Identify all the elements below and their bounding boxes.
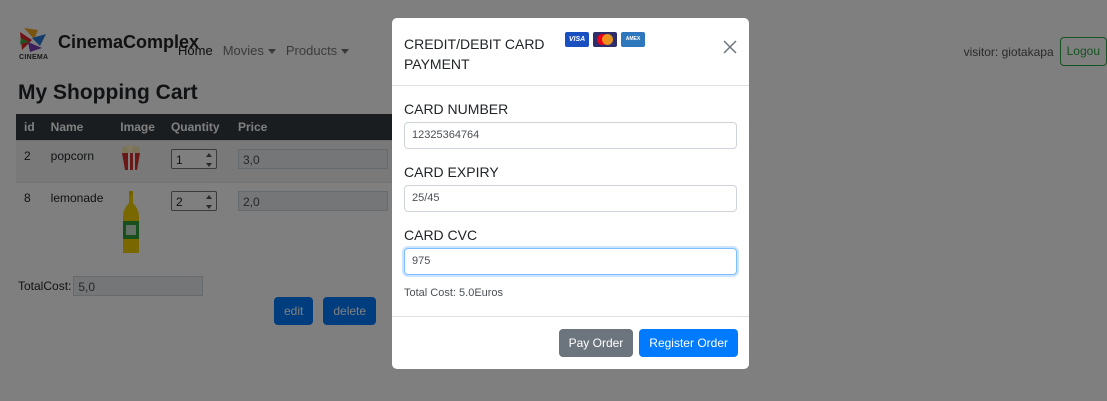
visa-icon: VISA (565, 32, 589, 47)
modal-title: CREDIT/DEBIT CARD PAYMENT (404, 36, 545, 72)
modal-footer: Pay Order Register Order (392, 316, 749, 370)
footer-buttons: Pay Order Register Order (558, 329, 738, 357)
mastercard-icon (593, 32, 617, 47)
card-cvc-label: CARD CVC (404, 227, 478, 243)
card-cvc-input[interactable]: 975 (404, 248, 737, 275)
card-expiry-label: CARD EXPIRY (404, 164, 499, 180)
card-number-input[interactable]: 12325364764 (404, 122, 737, 149)
modal-total-cost: Total Cost: 5.0Euros (404, 287, 504, 299)
close-icon[interactable] (723, 40, 737, 54)
modal-body: CARD NUMBER 12325364764 CARD EXPIRY 25/4… (404, 86, 737, 299)
modal-header: CREDIT/DEBIT CARD PAYMENT VISA AMEX (392, 18, 749, 86)
card-number-label: CARD NUMBER (404, 101, 509, 117)
card-expiry-input[interactable]: 25/45 (404, 185, 737, 212)
payment-modal: CREDIT/DEBIT CARD PAYMENT VISA AMEX CARD… (392, 18, 749, 369)
pay-order-button[interactable]: Pay Order (558, 329, 634, 357)
amex-icon: AMEX (621, 32, 645, 47)
register-order-button[interactable]: Register Order (639, 329, 738, 357)
card-brand-icons: VISA AMEX (565, 32, 645, 47)
